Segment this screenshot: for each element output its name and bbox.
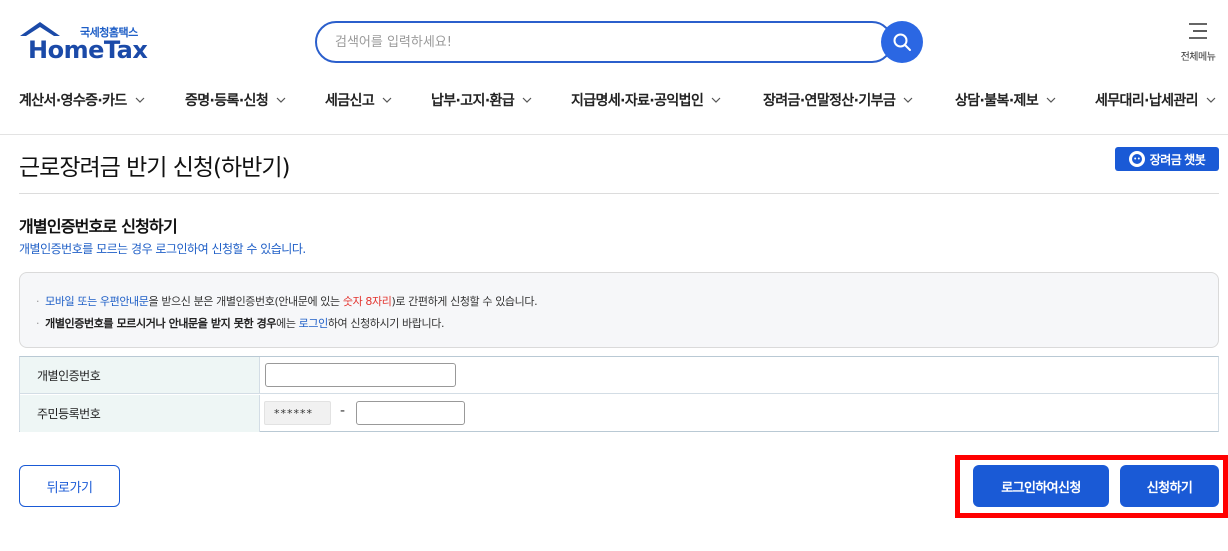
logo-english-text: HomeTax [28, 36, 148, 64]
form-row-auth-number: 개별인증번호 [20, 357, 1218, 394]
search-input[interactable] [315, 21, 893, 63]
nav-item-label: 증명·등록·신청 [185, 93, 269, 109]
chevron-down-icon [903, 97, 913, 103]
chevron-down-icon [1046, 97, 1056, 103]
rrn-back-input[interactable] [356, 401, 465, 425]
login-apply-button[interactable]: 로그인하여신청 [973, 465, 1109, 507]
notice-line-2: · 개별인증번호를 모르시거나 안내문을 받지 못한 경우에는 로그인하여 신청하… [36, 315, 444, 331]
nav-item-label: 장려금·연말정산·기부금 [763, 93, 896, 109]
nav-item-label: 상담·불복·제보 [955, 93, 1039, 109]
bullet-icon: · [36, 295, 40, 308]
notice-box: · 모바일 또는 우편안내문을 받으신 분은 개별인증번호(안내문에 있는 숫자 … [19, 272, 1219, 348]
section-subtitle: 개별인증번호를 모르는 경우 로그인하여 신청할 수 있습니다. [19, 242, 306, 256]
chatbot-button[interactable]: 장려금 챗봇 [1115, 147, 1219, 171]
notice-bold-text: 개별인증번호를 모르시거나 안내문을 받지 못한 경우 [45, 317, 277, 330]
notice-login-link[interactable]: 로그인 [299, 317, 329, 330]
rrn-front-masked: ****** [264, 401, 331, 425]
form-row-rrn: 주민등록번호 ****** - [20, 395, 1218, 432]
page-title: 근로장려금 반기 신청(하반기) [19, 155, 290, 181]
chevron-down-icon [276, 97, 286, 103]
chevron-down-icon [522, 97, 532, 103]
notice-text: 하여 신청하시기 바랍니다. [327, 317, 445, 330]
chevron-down-icon [135, 97, 145, 103]
chevron-down-icon [711, 97, 721, 103]
apply-button[interactable]: 신청하기 [1120, 465, 1219, 507]
title-divider [19, 193, 1219, 194]
nav-item-label: 계산서·영수증·카드 [19, 93, 127, 109]
nav-item-label: 세무대리·납세관리 [1095, 93, 1199, 109]
chatbot-icon [1128, 151, 1145, 167]
bullet-icon: · [36, 317, 40, 330]
chevron-down-icon [1206, 97, 1216, 103]
notice-line-1: · 모바일 또는 우편안내문을 받으신 분은 개별인증번호(안내문에 있는 숫자 … [36, 293, 538, 309]
chevron-down-icon [382, 97, 392, 103]
search-icon [893, 33, 911, 51]
nav-item-label: 세금신고 [325, 93, 375, 109]
chatbot-label: 장려금 챗봇 [1149, 152, 1206, 167]
nav-item-consult[interactable]: 상담·불복·제보 [955, 90, 1056, 110]
notice-text: 을 받으신 분은 개별인증번호(안내문에 있는 [148, 295, 343, 308]
global-nav: 계산서·영수증·카드 증명·등록·신청 세금신고 납부·고지·환급 지급명세·자… [0, 86, 1228, 116]
auth-number-input[interactable] [265, 363, 456, 387]
notice-text: )로 간편하게 신청할 수 있습니다. [391, 295, 538, 308]
nav-item-label: 지급명세·자료·공익법인 [571, 93, 704, 109]
nav-item-label: 납부·고지·환급 [431, 93, 515, 109]
section-title: 개별인증번호로 신청하기 [19, 217, 178, 236]
auth-number-label: 개별인증번호 [20, 357, 260, 393]
hometax-logo[interactable]: 국세청홈택스 HomeTax [18, 22, 148, 66]
nav-item-incentive[interactable]: 장려금·연말정산·기부금 [763, 90, 913, 110]
site-header: 국세청홈택스 HomeTax 전체메뉴 계산서·영수증·카드 증명·등록·신청 [0, 0, 1228, 135]
nav-item-invoice[interactable]: 계산서·영수증·카드 [19, 90, 145, 110]
hamburger-icon [1189, 23, 1207, 39]
rrn-dash: - [340, 403, 346, 419]
auth-form-table: 개별인증번호 주민등록번호 ****** - [19, 356, 1219, 432]
search-bar [315, 21, 923, 63]
search-button[interactable] [881, 21, 923, 63]
all-menu-button[interactable]: 전체메뉴 [1176, 20, 1220, 64]
notice-text: 에는 [276, 317, 299, 330]
nav-item-payment-statement[interactable]: 지급명세·자료·공익법인 [571, 90, 721, 110]
rrn-label: 주민등록번호 [20, 395, 260, 432]
notice-highlight-digits: 숫자 8자리 [342, 295, 392, 308]
back-button[interactable]: 뒤로가기 [19, 465, 120, 507]
nav-item-tax-agent[interactable]: 세무대리·납세관리 [1095, 90, 1216, 110]
nav-item-tax-report[interactable]: 세금신고 [325, 90, 392, 110]
nav-item-payment[interactable]: 납부·고지·환급 [431, 90, 532, 110]
all-menu-label: 전체메뉴 [1180, 52, 1216, 63]
notice-highlight-mobile: 모바일 또는 우편안내문 [45, 295, 149, 308]
nav-item-certificate[interactable]: 증명·등록·신청 [185, 90, 286, 110]
